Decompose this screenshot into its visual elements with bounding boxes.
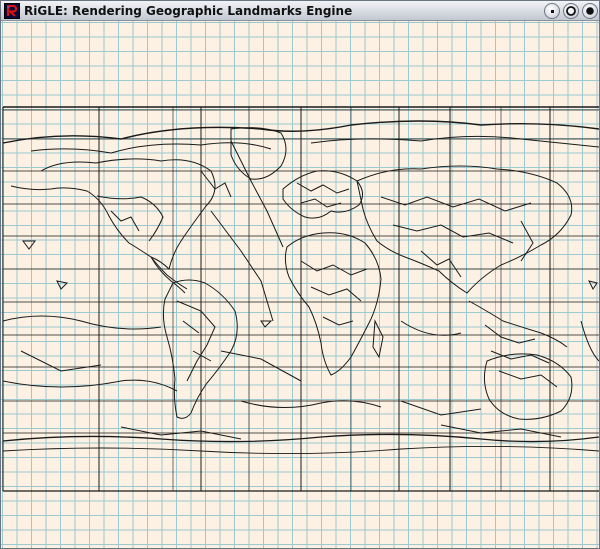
map-lines <box>2 106 599 492</box>
map-canvas[interactable] <box>1 21 599 548</box>
window-title: RiGLE: Rendering Geographic Landmarks En… <box>24 4 353 18</box>
world-map <box>2 106 599 492</box>
close-button[interactable] <box>582 3 598 19</box>
maximize-button[interactable] <box>563 3 579 19</box>
minimize-icon <box>551 10 554 13</box>
maximize-icon <box>566 6 576 16</box>
title-bar[interactable]: RiGLE: Rendering Geographic Landmarks En… <box>1 1 599 21</box>
minimize-button[interactable] <box>544 3 560 19</box>
close-icon <box>586 7 594 15</box>
rigle-logo-icon[interactable] <box>4 3 20 19</box>
app-window: RiGLE: Rendering Geographic Landmarks En… <box>0 0 600 549</box>
